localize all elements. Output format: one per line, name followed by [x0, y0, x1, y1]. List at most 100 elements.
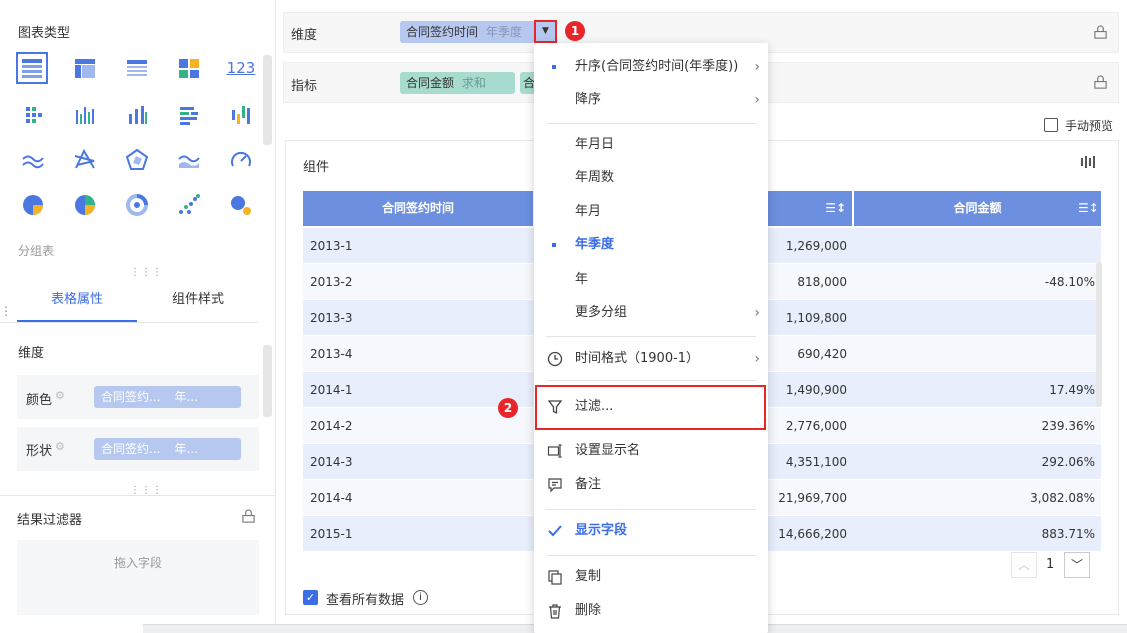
menu-item-ymd[interactable]: 年月日	[534, 129, 768, 161]
view-all-checkbox[interactable]: ✓	[303, 590, 318, 605]
shape-field-pill[interactable]: 合同签约... 年...	[94, 438, 241, 460]
menu-label: 显示字段	[575, 523, 628, 538]
menu-item-delete[interactable]: 删除	[534, 595, 768, 627]
tab-table-properties[interactable]: 表格属性	[17, 283, 137, 322]
manual-preview-label: 手动预览	[1065, 119, 1114, 133]
drag-handle-top-icon[interactable]: ⋮⋮⋮	[130, 267, 163, 278]
cross-table-icon[interactable]	[70, 53, 100, 83]
scatter-icon[interactable]	[174, 190, 204, 220]
line-icon[interactable]	[18, 145, 48, 175]
color-settings-icon[interactable]: ⚙	[55, 389, 65, 402]
menu-label: 时间格式（1900-1）	[575, 351, 700, 366]
menu-item-note[interactable]: 备注	[534, 469, 768, 501]
drag-field-dropzone[interactable]: 拖入字段	[17, 540, 259, 615]
menu-divider	[546, 555, 756, 556]
grouped-bar-icon[interactable]	[70, 100, 100, 130]
selected-dot-icon	[552, 243, 556, 247]
menu-label: 降序	[575, 92, 602, 107]
cell-amount: 818,000	[797, 275, 847, 289]
menu-label: 年月日	[575, 137, 615, 152]
donut-icon[interactable]	[122, 190, 152, 220]
property-scrollbar[interactable]	[263, 345, 272, 417]
table-scrollbar[interactable]	[1096, 262, 1102, 407]
multi-pie-icon[interactable]	[70, 190, 100, 220]
info-icon[interactable]: i	[413, 590, 428, 605]
menu-label: 年	[575, 272, 589, 287]
left-panel: 图表类型 123 分组表 ⋮⋮⋮ 表格属性 组件样式 ⋮ 维度 颜色 ⚙ 合同签…	[0, 0, 276, 633]
menu-item-ascending[interactable]: 升序(合同签约时间(年季度)) ›	[534, 51, 768, 83]
menu-item-year[interactable]: 年	[534, 264, 768, 296]
scatter-bar-icon[interactable]	[18, 100, 48, 130]
bar-icon[interactable]	[122, 100, 152, 130]
result-filter-title: 结果过滤器	[17, 513, 83, 528]
step-badge-1: 1	[565, 21, 585, 41]
waterfall-icon[interactable]	[226, 100, 256, 130]
page-next-button[interactable]: ﹀	[1064, 552, 1090, 578]
menu-item-set-display-name[interactable]: 设置显示名	[534, 435, 768, 467]
menu-item-time-format[interactable]: 时间格式（1900-1） ›	[534, 343, 768, 375]
table-header-period[interactable]: 合同签约时间	[303, 191, 533, 226]
selected-dot-icon	[552, 65, 556, 69]
color-label: 颜色	[26, 393, 53, 408]
bubble-icon[interactable]	[226, 190, 256, 220]
menu-item-copy[interactable]: 复制	[534, 561, 768, 593]
cell-period: 2013-4	[310, 347, 353, 361]
page-prev-button[interactable]: ︿	[1011, 552, 1037, 578]
menu-item-show-field[interactable]: 显示字段	[534, 515, 768, 547]
shape-field-suffix: 年...	[174, 442, 198, 456]
column-settings-icon[interactable]	[1080, 155, 1096, 169]
detail-table-icon[interactable]	[122, 53, 152, 83]
chevron-right-icon: ›	[754, 351, 760, 367]
side-collapse-handle-icon[interactable]: ⋮	[0, 304, 12, 318]
cell-amount: 1,269,000	[785, 239, 847, 253]
result-filter-lock-icon[interactable]	[241, 509, 256, 528]
dimension-dropdown-menu: 升序(合同签约时间(年季度)) › 降序 › 年月日 年周数 年月 年季度 年 更多…	[534, 43, 768, 633]
menu-item-descending[interactable]: 降序 ›	[534, 84, 768, 116]
gauge-icon[interactable]	[226, 145, 256, 175]
radar-icon[interactable]	[122, 145, 152, 175]
menu-item-more-group[interactable]: 更多分组 ›	[534, 297, 768, 329]
component-title: 组件	[303, 160, 330, 175]
manual-preview-checkbox[interactable]	[1044, 118, 1058, 132]
shape-settings-icon[interactable]: ⚙	[55, 440, 65, 453]
chevron-right-icon: ›	[754, 92, 760, 108]
cell-period: 2015-1	[310, 527, 353, 541]
horizontal-bar-icon[interactable]	[174, 100, 204, 130]
trash-icon	[549, 604, 561, 619]
menu-label: 复制	[575, 569, 602, 584]
dimension-field-name: 合同签约时间	[406, 25, 479, 39]
metric-field-pill[interactable]: 合同金额 求和	[400, 72, 515, 94]
area-icon[interactable]	[174, 145, 204, 175]
tile-icon[interactable]	[174, 53, 204, 83]
color-field-pill[interactable]: 合同签约... 年...	[94, 386, 241, 408]
dimension-lock-icon[interactable]	[1093, 25, 1108, 44]
metric-lock-icon[interactable]	[1093, 75, 1108, 94]
chart-type-scrollbar[interactable]	[263, 55, 272, 145]
number-123-icon[interactable]: 123	[226, 53, 256, 83]
menu-label: 删除	[575, 603, 602, 618]
cell-period: 2013-2	[310, 275, 353, 289]
table-icon[interactable]	[16, 52, 48, 84]
clock-icon	[547, 351, 563, 367]
sort-icon-2[interactable]: ☰↕	[1078, 191, 1099, 226]
cell-amount: 1,109,800	[785, 311, 847, 325]
table-header-amount[interactable]: 合同金额	[854, 191, 1101, 226]
cell-period: 2014-1	[310, 383, 353, 397]
dimension-field-pill[interactable]: 合同签约时间 年季度	[400, 21, 535, 43]
menu-item-year-week[interactable]: 年周数	[534, 162, 768, 194]
radar-line-icon[interactable]	[70, 145, 100, 175]
menu-item-year-month[interactable]: 年月	[534, 196, 768, 228]
menu-item-year-quarter[interactable]: 年季度	[534, 229, 768, 261]
shape-field-name: 合同签约...	[101, 442, 161, 456]
table-header-amount-sort[interactable]: ☰↕	[768, 191, 852, 226]
menu-label: 更多分组	[575, 305, 628, 320]
pie-icon[interactable]	[18, 190, 48, 220]
dimension-dropdown-button[interactable]: ▼	[534, 20, 557, 43]
sort-icon[interactable]: ☰↕	[825, 191, 846, 226]
menu-label: 年季度	[575, 237, 615, 252]
tab-component-style[interactable]: 组件样式	[138, 283, 258, 323]
menu-item-filter[interactable]: 过滤...	[534, 391, 768, 423]
chevron-right-icon: ›	[754, 59, 760, 75]
cell-period: 2014-3	[310, 455, 353, 469]
dimension-bar-label: 维度	[291, 28, 318, 43]
